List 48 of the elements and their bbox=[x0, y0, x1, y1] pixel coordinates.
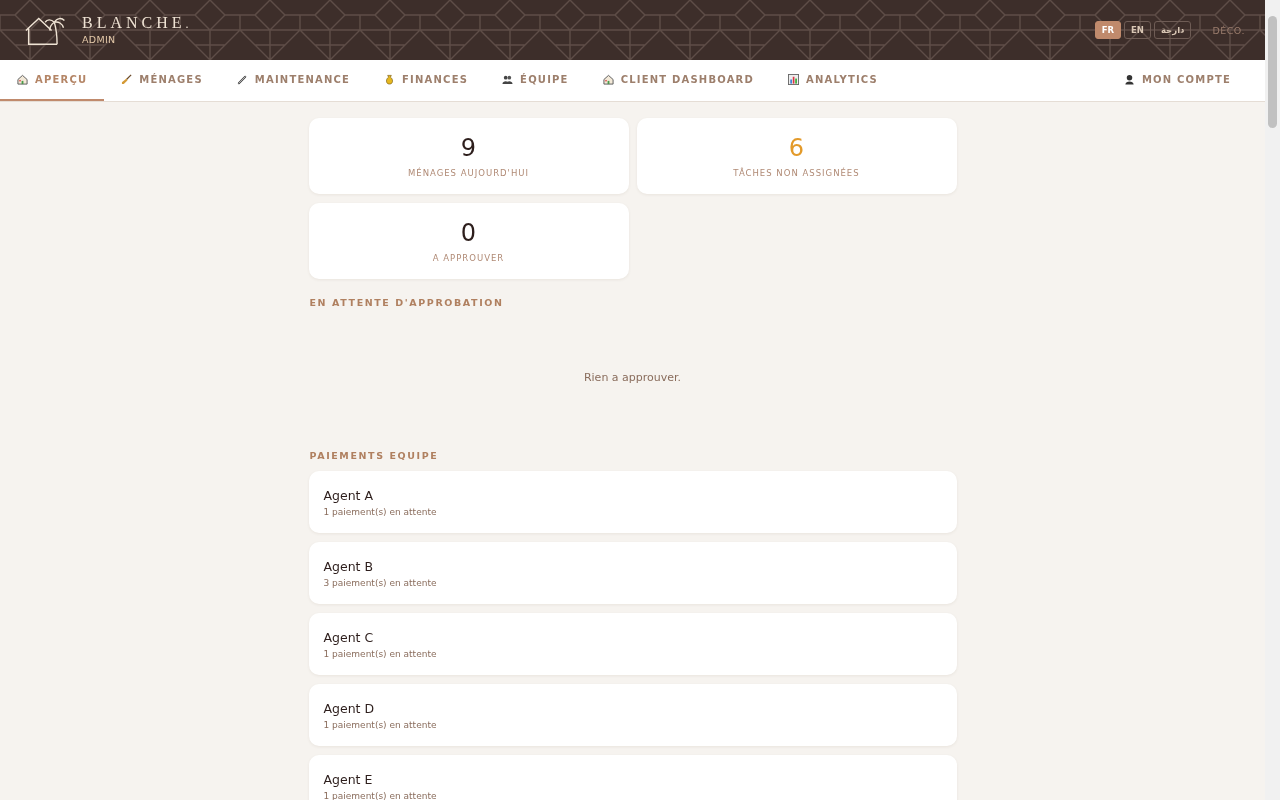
agent-detail: 1 paiement(s) en attente bbox=[323, 648, 438, 659]
agent-card[interactable]: Agent C 1 paiement(s) en attente bbox=[308, 613, 957, 675]
stat-value: 9 bbox=[460, 134, 477, 162]
scrollbar[interactable] bbox=[1265, 0, 1280, 800]
nav-tab[interactable]: FINANCES bbox=[367, 60, 486, 101]
agent-detail: 1 paiement(s) en attente bbox=[323, 719, 438, 730]
nav-tab[interactable]: CLIENT DASHBOARD bbox=[585, 60, 771, 101]
language-button[interactable]: FR bbox=[1094, 21, 1122, 39]
brand-name: BLANCHE. bbox=[82, 13, 189, 33]
nav-tab[interactable]: MÉNAGES bbox=[104, 60, 220, 101]
section-title: PAIEMENTS EQUIPE bbox=[309, 450, 440, 462]
person-icon bbox=[1123, 74, 1135, 85]
agent-detail: 1 paiement(s) en attente bbox=[323, 790, 438, 800]
money-bag-icon bbox=[384, 74, 396, 85]
agent-card[interactable]: Agent E 1 paiement(s) en attente bbox=[308, 755, 957, 800]
stat-label: MÉNAGES AUJOURD'HUI bbox=[407, 168, 530, 178]
wrench-icon bbox=[236, 74, 248, 85]
house-icon bbox=[17, 74, 28, 85]
stat-value: 0 bbox=[460, 219, 477, 247]
nav-tab[interactable]: ÉQUIPE bbox=[485, 60, 586, 101]
scrollbar-thumb[interactable] bbox=[1268, 16, 1277, 128]
empty-message: Rien a approuver. bbox=[582, 371, 683, 384]
nav-tab[interactable]: APERÇU bbox=[0, 60, 105, 101]
role-label: ADMIN bbox=[82, 32, 117, 47]
section-title: EN ATTENTE D'APPROBATION bbox=[309, 297, 505, 309]
agent-card[interactable]: Agent B 3 paiement(s) en attente bbox=[308, 542, 957, 604]
agent-name: Agent A bbox=[323, 487, 375, 503]
agent-name: Agent B bbox=[323, 558, 375, 574]
broom-icon bbox=[121, 74, 133, 85]
language-button[interactable]: دارجة bbox=[1153, 21, 1192, 39]
agent-detail: 1 paiement(s) en attente bbox=[323, 506, 438, 517]
agent-name: Agent E bbox=[323, 771, 374, 787]
agent-card[interactable]: Agent D 1 paiement(s) en attente bbox=[308, 684, 957, 746]
people-icon bbox=[502, 74, 514, 85]
agent-card[interactable]: Agent A 1 paiement(s) en attente bbox=[308, 471, 957, 533]
nav-tab[interactable]: ANALYTICS bbox=[771, 60, 895, 101]
bar-chart-icon bbox=[788, 74, 799, 85]
logout-link[interactable]: DÉCO. bbox=[1212, 24, 1245, 36]
stat-label: TÂCHES NON ASSIGNÉES bbox=[733, 168, 860, 178]
house-icon bbox=[602, 74, 614, 85]
account-link[interactable]: MON COMPTE bbox=[1106, 60, 1248, 101]
agent-name: Agent C bbox=[323, 629, 375, 645]
agent-detail: 3 paiement(s) en attente bbox=[323, 577, 438, 588]
nav-tab[interactable]: MAINTENANCE bbox=[219, 60, 368, 101]
language-button[interactable]: EN bbox=[1124, 21, 1151, 39]
stat-value: 6 bbox=[788, 134, 805, 162]
agent-name: Agent D bbox=[323, 700, 376, 716]
stat-label: A APPROUVER bbox=[432, 253, 505, 263]
